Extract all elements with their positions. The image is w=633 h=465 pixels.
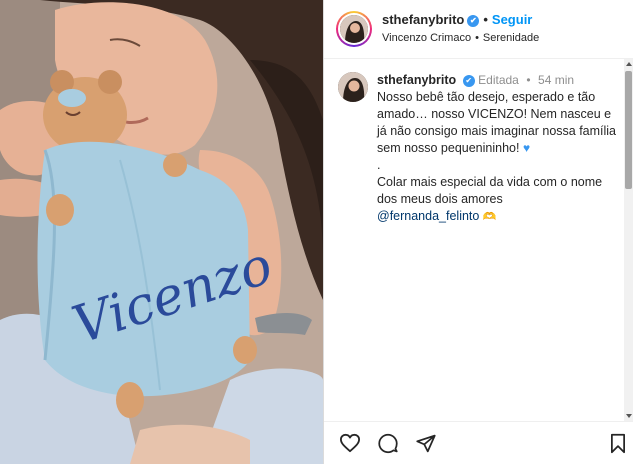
action-bar bbox=[324, 421, 633, 465]
photo-illustration: Vicenzo bbox=[0, 0, 323, 464]
scroll-up-arrow-icon[interactable] bbox=[626, 62, 632, 66]
header-user-line: sthefanybrito ✔ • Seguir bbox=[382, 12, 532, 27]
instagram-post-modal: Vicenzo sthefanybrito ✔ • Seguir Vincenzo C… bbox=[0, 0, 633, 464]
audio-attribution[interactable]: Vincenzo Crimaco • Serenidade bbox=[382, 32, 539, 44]
audio-track[interactable]: Serenidade bbox=[483, 32, 539, 44]
blue-heart-icon: ♥ bbox=[522, 141, 531, 155]
verified-badge-icon: ✔ bbox=[467, 15, 480, 27]
story-ring[interactable] bbox=[336, 11, 372, 47]
follow-button[interactable]: Seguir bbox=[492, 12, 532, 27]
caption-line-2: Colar mais especial da vida com o nome d… bbox=[377, 175, 603, 206]
audio-artist[interactable]: Vincenzo Crimaco bbox=[382, 32, 471, 44]
caption-text: Nosso bebê tão desejo, esperado e tão am… bbox=[377, 89, 617, 226]
caption-scrollbar[interactable] bbox=[624, 59, 633, 421]
avatar bbox=[340, 15, 368, 43]
caption-avatar[interactable] bbox=[338, 72, 368, 102]
post-header: sthefanybrito ✔ • Seguir Vincenzo Crimaco • S… bbox=[324, 0, 633, 59]
heart-hands-icon: 🫶 bbox=[482, 211, 497, 223]
edited-label: Editada bbox=[478, 73, 519, 87]
heart-icon[interactable] bbox=[339, 433, 361, 458]
time-ago[interactable]: 54 min bbox=[538, 73, 574, 87]
caption-header: sthefanybrito ✔ Editada • 54 min bbox=[377, 72, 617, 89]
header-separator: • bbox=[483, 12, 488, 27]
caption-username[interactable]: sthefanybrito bbox=[377, 73, 456, 87]
time-separator: • bbox=[526, 73, 531, 87]
caption-dot: . bbox=[377, 158, 381, 172]
scroll-down-arrow-icon[interactable] bbox=[626, 414, 632, 418]
scrollbar-thumb[interactable] bbox=[625, 71, 632, 189]
caption-verified-badge-icon: ✔ bbox=[462, 75, 475, 87]
comment-icon[interactable] bbox=[377, 433, 399, 459]
paper-plane-icon[interactable] bbox=[415, 433, 437, 459]
audio-separator: • bbox=[475, 32, 479, 44]
caption-body: sthefanybrito ✔ Editada • 54 min Nosso b… bbox=[377, 72, 617, 226]
post-photo[interactable]: Vicenzo bbox=[0, 0, 323, 464]
header-username[interactable]: sthefanybrito bbox=[382, 12, 464, 27]
mention-link[interactable]: @fernanda_felinto bbox=[377, 209, 479, 223]
caption-line-1: Nosso bebê tão desejo, esperado e tão am… bbox=[377, 90, 617, 155]
bookmark-icon[interactable] bbox=[609, 433, 627, 459]
caption-area: sthefanybrito ✔ Editada • 54 min Nosso b… bbox=[324, 59, 624, 421]
